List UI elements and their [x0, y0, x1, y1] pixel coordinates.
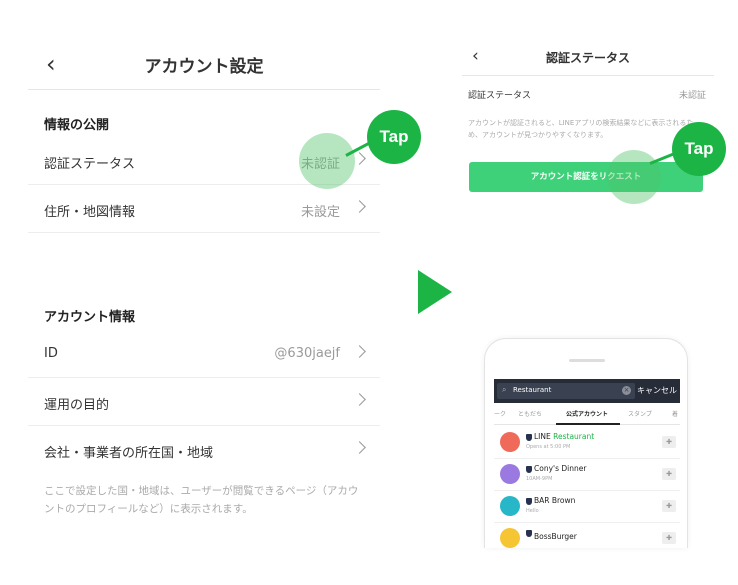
active-tab-underline [556, 423, 620, 425]
chevron-right-icon [353, 345, 366, 358]
verified-shield-icon [526, 530, 532, 537]
clear-icon[interactable]: × [622, 386, 631, 395]
tap-indicator-circle [299, 133, 355, 189]
avatar [500, 464, 520, 484]
tab-talk[interactable]: ーク [494, 409, 506, 418]
chevron-right-icon [353, 200, 366, 213]
tap-badge: Tap [367, 110, 421, 164]
chevron-right-icon [353, 152, 366, 165]
item-name: Cony's Dinner [534, 464, 587, 473]
item-subtitle: Hello [526, 508, 539, 514]
search-input[interactable]: ⌕ Restaurant × [497, 383, 635, 399]
row-country-region[interactable]: 会社・事業者の所在国・地域 [28, 427, 380, 474]
section-title-public: 情報の公開 [44, 118, 110, 133]
phone-search-preview: ⌕ Restaurant × キャンセル ーク ともだち 公式アカウント スタン… [484, 338, 688, 548]
row-address-map[interactable]: 住所・地図情報 未設定 [28, 186, 380, 233]
list-item[interactable]: BossBurger ✚ [494, 523, 680, 548]
search-tabs: ーク ともだち 公式アカウント スタンプ 着 [494, 403, 680, 425]
verified-shield-icon [526, 498, 532, 505]
phone-speaker [569, 359, 605, 362]
tab-more[interactable]: 着 [672, 409, 678, 418]
item-subtitle: 10AM-9PM [526, 476, 553, 482]
search-bar: ⌕ Restaurant × キャンセル [494, 379, 680, 403]
list-item[interactable]: LINE Restaurant Opens at 5:00 PM ✚ [494, 427, 680, 459]
country-note: ここで設定した国・地域は、ユーザーが閲覧できるページ（アカウントのプロフィールな… [44, 485, 359, 515]
row-label: ID [44, 346, 58, 361]
section-title-account: アカウント情報 [44, 310, 136, 325]
status-value: 未認証 [678, 91, 706, 101]
cancel-button[interactable]: キャンセル [637, 385, 677, 396]
add-friend-icon[interactable]: ✚ [662, 436, 676, 448]
row-value: @630jaejf [274, 346, 340, 361]
tap-indicator-circle [607, 150, 661, 204]
header: ‹ 認証ステータス [462, 38, 714, 76]
row-label: 運用の目的 [44, 398, 110, 413]
row-label: 会社・事業者の所在国・地域 [44, 446, 214, 461]
item-name: LINE Restaurant [534, 432, 595, 441]
page-title: アカウント設定 [144, 57, 264, 77]
item-name: BAR Brown [534, 496, 576, 505]
verified-shield-icon [526, 466, 532, 473]
avatar [500, 528, 520, 548]
verification-status-screen: ‹ 認証ステータス 認証ステータス 未認証 アカウントが認証されると、LINEア… [462, 38, 726, 208]
avatar [500, 432, 520, 452]
page-title: 認証ステータス [545, 51, 630, 65]
add-friend-icon[interactable]: ✚ [662, 500, 676, 512]
tap-badge: Tap [672, 122, 726, 176]
chevron-right-icon [353, 393, 366, 406]
add-friend-icon[interactable]: ✚ [662, 532, 676, 544]
tab-official-accounts[interactable]: 公式アカウント [566, 409, 608, 418]
request-verification-button[interactable]: アカウント認証をリクエスト [469, 162, 703, 192]
row-id[interactable]: ID @630jaejf [28, 331, 380, 378]
search-icon: ⌕ [502, 385, 507, 394]
avatar [500, 496, 520, 516]
status-label: 認証ステータス [468, 91, 532, 101]
verified-shield-icon [526, 434, 532, 441]
item-subtitle: Opens at 5:00 PM [526, 444, 571, 450]
add-friend-icon[interactable]: ✚ [662, 468, 676, 480]
next-step-arrow-icon [418, 270, 452, 314]
row-label: 認証ステータス [44, 157, 136, 172]
list-item[interactable]: Cony's Dinner 10AM-9PM ✚ [494, 459, 680, 491]
item-name: BossBurger [534, 532, 577, 541]
status-description: アカウントが認証されると、LINEアプリの検索結果などに表示されるため、アカウン… [468, 119, 694, 139]
search-text: Restaurant [513, 386, 552, 394]
row-label: 住所・地図情報 [44, 205, 136, 220]
tab-friends[interactable]: ともだち [518, 409, 542, 418]
account-settings-screen: ‹ アカウント設定 情報の公開 認証ステータス 未認証 住所・地図情報 未設定 … [28, 38, 421, 538]
row-value: 未設定 [300, 205, 340, 220]
tab-stickers[interactable]: スタンプ [628, 409, 652, 418]
row-purpose[interactable]: 運用の目的 [28, 379, 380, 426]
list-item[interactable]: BAR Brown Hello ✚ [494, 491, 680, 523]
header: ‹ アカウント設定 [28, 38, 380, 90]
chevron-right-icon [353, 441, 366, 454]
